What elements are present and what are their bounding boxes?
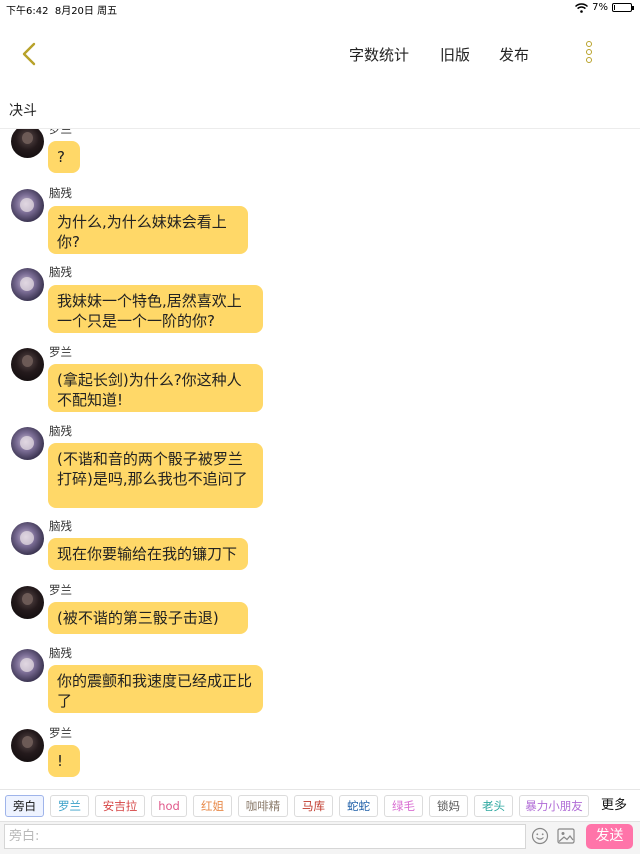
sender-name: 罗兰: [49, 345, 72, 359]
message-bubble[interactable]: ?: [48, 141, 80, 173]
status-time-date: 下午6:42 8月20日 周五: [6, 2, 117, 17]
character-toolbar: 旁白 罗兰 安吉拉 hod 红姐 咖啡精 马库 蛇蛇 绿毛 锁妈 老头 暴力小朋…: [0, 789, 640, 822]
battery-percent: 7%: [592, 2, 608, 13]
message-bubble[interactable]: 你的震颤和我速度已经成正比了: [48, 665, 263, 713]
battery-icon: [612, 3, 634, 12]
character-chip[interactable]: 暴力小朋友: [519, 795, 589, 817]
sender-name: 脑残: [49, 646, 72, 660]
character-chip[interactable]: 锁妈: [429, 795, 468, 817]
avatar[interactable]: [11, 427, 44, 460]
sender-name: 罗兰: [49, 726, 72, 740]
status-indicators: 7%: [575, 2, 634, 13]
character-chip[interactable]: 咖啡精: [238, 795, 288, 817]
dot-icon: [586, 41, 592, 47]
dot-icon: [586, 49, 592, 55]
message-list[interactable]: 罗兰 ? 脑残 为什么,为什么妹妹会看上你? 脑残 我妹妹一个特色,居然喜欢上一…: [0, 129, 640, 787]
more-options-button[interactable]: [578, 40, 600, 70]
battery-level: [614, 5, 615, 10]
sender-name: 罗兰: [49, 583, 72, 597]
status-date: 8月20日 周五: [54, 6, 118, 17]
status-time: 下午6:42: [6, 6, 49, 17]
back-button[interactable]: [14, 38, 44, 70]
character-chip[interactable]: 绿毛: [384, 795, 423, 817]
message-bubble[interactable]: !: [48, 745, 80, 777]
character-chip[interactable]: 老头: [474, 795, 513, 817]
word-count-button[interactable]: 字数统计: [349, 44, 409, 65]
header: 字数统计 旧版 发布: [0, 18, 640, 90]
character-chip[interactable]: 蛇蛇: [339, 795, 378, 817]
message-bubble[interactable]: 现在你要输给在我的镰刀下: [48, 538, 248, 570]
page-title: 决斗: [9, 103, 37, 119]
send-button[interactable]: 发送: [586, 824, 633, 849]
character-chip[interactable]: 红姐: [193, 795, 232, 817]
avatar[interactable]: [11, 189, 44, 222]
character-chip[interactable]: 马库: [294, 795, 333, 817]
emoji-icon[interactable]: [531, 827, 549, 845]
input-bar: 发送: [0, 821, 640, 854]
old-version-button[interactable]: 旧版: [440, 44, 470, 65]
message-bubble[interactable]: 我妹妹一个特色,居然喜欢上一个只是一个一阶的你?: [48, 285, 263, 333]
avatar[interactable]: [11, 522, 44, 555]
character-chip[interactable]: 罗兰: [50, 795, 89, 817]
status-bar: 下午6:42 8月20日 周五 7%: [0, 0, 640, 18]
avatar[interactable]: [11, 586, 44, 619]
sender-name: 脑残: [49, 265, 72, 279]
chevron-left-icon: [22, 42, 36, 66]
avatar[interactable]: [11, 129, 44, 158]
avatar[interactable]: [11, 348, 44, 381]
message-bubble[interactable]: (拿起长剑)为什么?你这种人不配知道!: [48, 364, 263, 412]
title-row: 决斗: [0, 90, 640, 129]
sender-name: 脑残: [49, 519, 72, 533]
image-icon[interactable]: [557, 828, 575, 844]
avatar[interactable]: [11, 268, 44, 301]
avatar[interactable]: [11, 729, 44, 762]
dot-icon: [586, 57, 592, 63]
sender-name: 脑残: [49, 186, 72, 200]
character-chip-narrator[interactable]: 旁白: [5, 795, 44, 817]
message-bubble[interactable]: (被不谐的第三骰子击退): [48, 602, 248, 634]
publish-button[interactable]: 发布: [499, 44, 529, 65]
sender-name: 罗兰: [49, 129, 72, 136]
avatar[interactable]: [11, 649, 44, 682]
message-input[interactable]: [4, 824, 526, 849]
more-characters-button[interactable]: 更多: [593, 795, 635, 817]
message-bubble[interactable]: 为什么,为什么妹妹会看上你?: [48, 206, 248, 254]
character-chip[interactable]: 安吉拉: [95, 795, 145, 817]
character-chip[interactable]: hod: [151, 795, 187, 817]
sender-name: 脑残: [49, 424, 72, 438]
message-bubble[interactable]: (不谐和音的两个骰子被罗兰打碎)是吗,那么我也不追问了: [48, 443, 263, 508]
wifi-icon: [575, 2, 589, 13]
